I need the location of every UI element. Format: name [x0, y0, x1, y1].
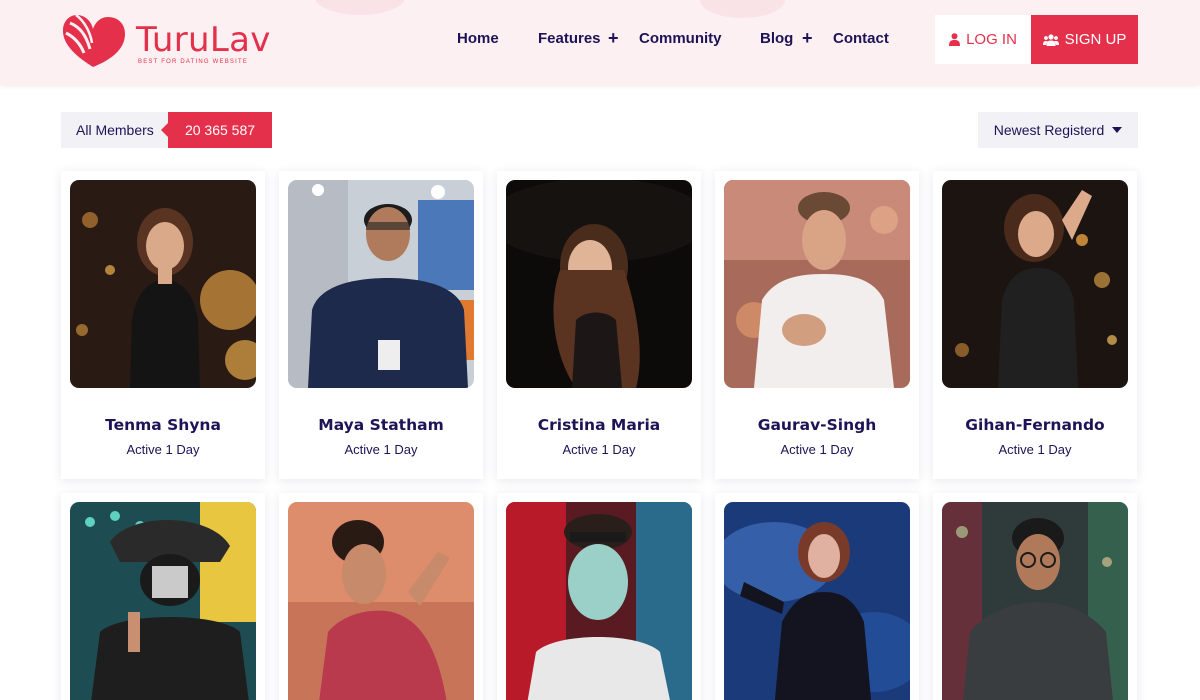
- member-photo: [724, 502, 910, 700]
- member-name[interactable]: Tenma Shyna: [61, 416, 265, 434]
- member-photo: [506, 502, 692, 700]
- member-card[interactable]: [933, 493, 1137, 700]
- nav-contact[interactable]: Contact: [833, 30, 889, 48]
- member-photo: [942, 502, 1128, 700]
- member-photo: [288, 180, 474, 388]
- sort-dropdown[interactable]: Newest Registerd: [978, 112, 1138, 148]
- all-members-label: All Members: [76, 122, 154, 138]
- member-photo: [942, 180, 1128, 388]
- member-name[interactable]: Gihan-Fernando: [933, 416, 1137, 434]
- member-status: Active 1 Day: [562, 442, 636, 457]
- member-photo: [70, 180, 256, 388]
- users-icon: [1042, 33, 1059, 46]
- site-header: TuruLav BEST FOR DATING WEBSITE Home Fea…: [0, 0, 1200, 85]
- site-logo[interactable]: TuruLav BEST FOR DATING WEBSITE: [60, 9, 270, 71]
- member-photo: [724, 180, 910, 388]
- signup-label: SIGN UP: [1064, 31, 1127, 48]
- members-count-badge: 20 365 587: [161, 112, 272, 148]
- all-members-filter[interactable]: All Members 20 365 587: [61, 112, 272, 148]
- login-button[interactable]: LOG IN: [935, 15, 1031, 64]
- heart-logo-icon: [62, 14, 126, 67]
- member-card[interactable]: Maya Statham Active 1 Day: [279, 171, 483, 479]
- member-status: Active 1 Day: [780, 442, 854, 457]
- decorative-blob: [700, 0, 785, 18]
- member-card[interactable]: [61, 493, 265, 700]
- login-label: LOG IN: [966, 31, 1017, 48]
- features-expand-icon[interactable]: +: [608, 28, 619, 48]
- decorative-blob: [315, 0, 405, 15]
- member-card[interactable]: Gihan-Fernando Active 1 Day: [933, 171, 1137, 479]
- member-name[interactable]: Cristina Maria: [497, 416, 701, 434]
- member-photo: [288, 502, 474, 700]
- caret-down-icon: [1112, 127, 1123, 133]
- member-status: Active 1 Day: [344, 442, 418, 457]
- member-card[interactable]: [497, 493, 701, 700]
- member-photo: [70, 502, 256, 700]
- nav-blog[interactable]: Blog: [760, 30, 793, 48]
- nav-home[interactable]: Home: [457, 30, 499, 48]
- signup-button[interactable]: SIGN UP: [1031, 15, 1138, 64]
- member-card[interactable]: [715, 493, 919, 700]
- nav-features[interactable]: Features: [538, 30, 601, 48]
- member-card[interactable]: Tenma Shyna Active 1 Day: [61, 171, 265, 479]
- logo-tagline: BEST FOR DATING WEBSITE: [138, 59, 249, 65]
- member-card[interactable]: Cristina Maria Active 1 Day: [497, 171, 701, 479]
- sort-selected-value: Newest Registerd: [993, 122, 1105, 138]
- member-status: Active 1 Day: [998, 442, 1072, 457]
- blog-expand-icon[interactable]: +: [802, 28, 813, 48]
- nav-community[interactable]: Community: [639, 30, 722, 48]
- member-status: Active 1 Day: [126, 442, 200, 457]
- user-icon: [949, 33, 961, 46]
- member-card[interactable]: Gaurav-Singh Active 1 Day: [715, 171, 919, 479]
- logo-title: TuruLav: [136, 20, 271, 60]
- member-name[interactable]: Gaurav-Singh: [715, 416, 919, 434]
- member-photo: [506, 180, 692, 388]
- member-card[interactable]: [279, 493, 483, 700]
- member-name[interactable]: Maya Statham: [279, 416, 483, 434]
